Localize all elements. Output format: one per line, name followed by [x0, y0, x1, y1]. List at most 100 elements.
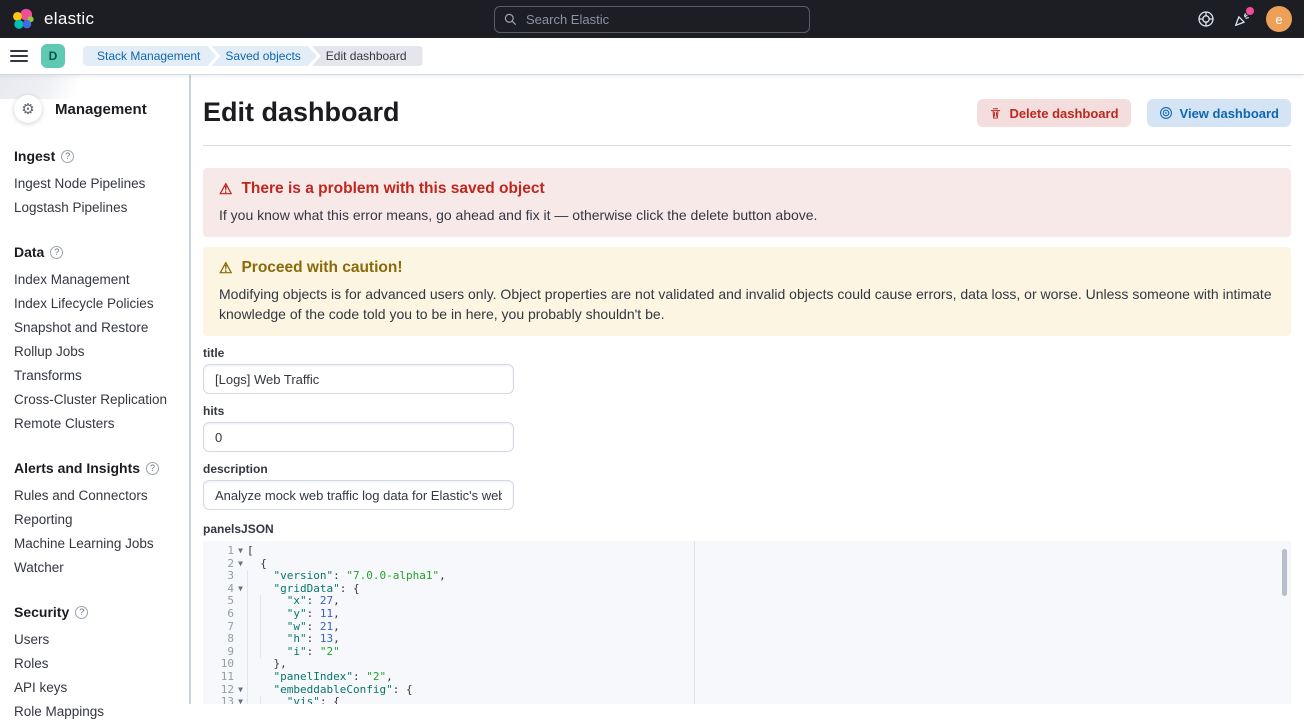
indent-guide [247, 646, 260, 659]
management-app-icon: ⚙ [14, 95, 42, 123]
sidebar-item-rollup-jobs[interactable]: Rollup Jobs [14, 339, 189, 363]
indent-guide [247, 671, 260, 684]
sidebar-item-ingest-node-pipelines[interactable]: Ingest Node Pipelines [14, 171, 189, 195]
global-search-box[interactable] [494, 6, 810, 33]
sidebar-section-security: Security?UsersRolesAPI keysRole Mappings [14, 604, 189, 723]
newsfeed-button[interactable] [1231, 9, 1251, 29]
sidebar-item-snapshot-and-restore[interactable]: Snapshot and Restore [14, 315, 189, 339]
line-number: 11 [203, 671, 234, 684]
brand-name: elastic [44, 9, 94, 29]
page-header: Edit dashboard Delete dashboard View das… [203, 95, 1291, 129]
notification-dot [1246, 7, 1254, 15]
field-label-hits: hits [203, 404, 1291, 418]
section-help-icon[interactable]: ? [61, 150, 74, 163]
fold-gutter [234, 658, 247, 671]
editor-line: 3 "version": "7.0.0-alpha1", [203, 570, 1291, 583]
fold-arrow-icon[interactable]: ▼ [234, 684, 247, 697]
delete-dashboard-label: Delete dashboard [1009, 106, 1118, 121]
help-button[interactable] [1196, 9, 1216, 29]
form-row-hits: hits [203, 404, 1291, 452]
management-sidebar: ⚙ Management Ingest? Ingest Node Pipeline… [0, 75, 191, 704]
indent-guide [260, 621, 273, 634]
search-input[interactable] [524, 11, 800, 28]
elastic-logo-icon [12, 8, 35, 31]
hits-field[interactable] [203, 422, 514, 452]
section-help-icon[interactable]: ? [75, 606, 88, 619]
page-title: Edit dashboard [203, 95, 400, 129]
sidebar-item-remote-clusters[interactable]: Remote Clusters [14, 411, 189, 435]
sidebar-section-title: Ingest? [14, 148, 189, 164]
sidebar-item-machine-learning-jobs[interactable]: Machine Learning Jobs [14, 531, 189, 555]
fold-gutter [234, 621, 247, 634]
sidebar-item-rules-and-connectors[interactable]: Rules and Connectors [14, 483, 189, 507]
warning-callout: ⚠ Proceed with caution! Modifying object… [203, 247, 1291, 336]
indent-guide [247, 595, 260, 608]
section-help-icon[interactable]: ? [50, 246, 63, 259]
fold-gutter [234, 595, 247, 608]
editor-line: 7 "w": 21, [203, 621, 1291, 634]
sidebar-item-reporting[interactable]: Reporting [14, 507, 189, 531]
sidebar-section-title: Alerts and Insights? [14, 460, 189, 476]
editor-line: 4▼ "gridData": { [203, 583, 1291, 596]
fold-gutter [234, 671, 247, 684]
field-label-description: description [203, 462, 1291, 476]
print-margin-line [694, 541, 695, 704]
fold-arrow-icon[interactable]: ▼ [234, 558, 247, 571]
form-row-title: title [203, 346, 1291, 394]
menu-toggle-button[interactable] [10, 47, 28, 65]
sidebar-item-index-lifecycle-policies[interactable]: Index Lifecycle Policies [14, 291, 189, 315]
line-number: 1 [203, 545, 234, 558]
fold-arrow-icon[interactable]: ▼ [234, 696, 247, 704]
line-number: 6 [203, 608, 234, 621]
section-help-icon[interactable]: ? [146, 462, 159, 475]
fold-arrow-icon[interactable]: ▼ [234, 583, 247, 596]
sidebar-section-label: Data [14, 244, 44, 260]
breadcrumb-item-saved-objects[interactable]: Saved objects [211, 46, 316, 66]
top-header-bar: elastic e [0, 0, 1304, 38]
space-avatar[interactable]: D [41, 44, 65, 68]
editor-line: 13▼ "vis": { [203, 696, 1291, 704]
line-number: 13 [203, 696, 234, 704]
sidebar-item-roles[interactable]: Roles [14, 651, 189, 675]
panels-json-editor[interactable]: 1▼[2▼ {3 "version": "7.0.0-alpha1",4▼ "g… [203, 541, 1291, 704]
search-icon [504, 13, 517, 26]
code-text: [ [247, 545, 254, 558]
view-dashboard-button[interactable]: View dashboard [1147, 99, 1291, 127]
code-text: "vis": { [247, 696, 340, 704]
description-field[interactable] [203, 480, 514, 510]
fold-gutter [234, 570, 247, 583]
line-number: 8 [203, 633, 234, 646]
delete-dashboard-button[interactable]: Delete dashboard [977, 99, 1130, 127]
elastic-logo[interactable]: elastic [12, 8, 94, 31]
sidebar-title: Management [55, 101, 147, 118]
editor-line: 12▼ "embeddableConfig": { [203, 684, 1291, 697]
sidebar-item-role-mappings[interactable]: Role Mappings [14, 699, 189, 723]
breadcrumb-item-edit-dashboard: Edit dashboard [312, 46, 423, 66]
error-callout-title: ⚠ There is a problem with this saved obj… [219, 180, 1275, 198]
main-layout: ⚙ Management Ingest? Ingest Node Pipeline… [0, 75, 1304, 704]
sidebar-item-api-keys[interactable]: API keys [14, 675, 189, 699]
sidebar-section-data: Data? Index ManagementIndex Lifecycle Pol… [14, 244, 189, 435]
sidebar-item-cross-cluster-replication[interactable]: Cross-Cluster Replication [14, 387, 189, 411]
sidebar-item-index-management[interactable]: Index Management [14, 267, 189, 291]
breadcrumb: Stack ManagementSaved objectsEdit dashbo… [83, 46, 418, 66]
title-field[interactable] [203, 364, 514, 394]
editor-scrollbar-thumb[interactable] [1282, 549, 1287, 596]
sidebar-item-users[interactable]: Users [14, 627, 189, 651]
alert-icon: ⚠ [219, 180, 232, 198]
breadcrumb-item-stack-management[interactable]: Stack Management [83, 46, 216, 66]
fold-arrow-icon[interactable]: ▼ [234, 545, 247, 558]
editor-line: 5 "x": 27, [203, 595, 1291, 608]
sidebar-item-logstash-pipelines[interactable]: Logstash Pipelines [14, 195, 189, 219]
header-actions: e [1196, 6, 1292, 32]
indent-guide [247, 583, 260, 596]
header-divider [203, 145, 1291, 146]
sidebar-item-transforms[interactable]: Transforms [14, 363, 189, 387]
sidebar-item-watcher[interactable]: Watcher [14, 555, 189, 579]
alert-icon: ⚠ [219, 259, 232, 277]
help-icon [1197, 10, 1215, 28]
view-dashboard-label: View dashboard [1180, 106, 1279, 121]
breadcrumb-bar: D Stack ManagementSaved objectsEdit dash… [0, 38, 1304, 75]
error-callout: ⚠ There is a problem with this saved obj… [203, 168, 1291, 237]
user-avatar[interactable]: e [1266, 6, 1292, 32]
